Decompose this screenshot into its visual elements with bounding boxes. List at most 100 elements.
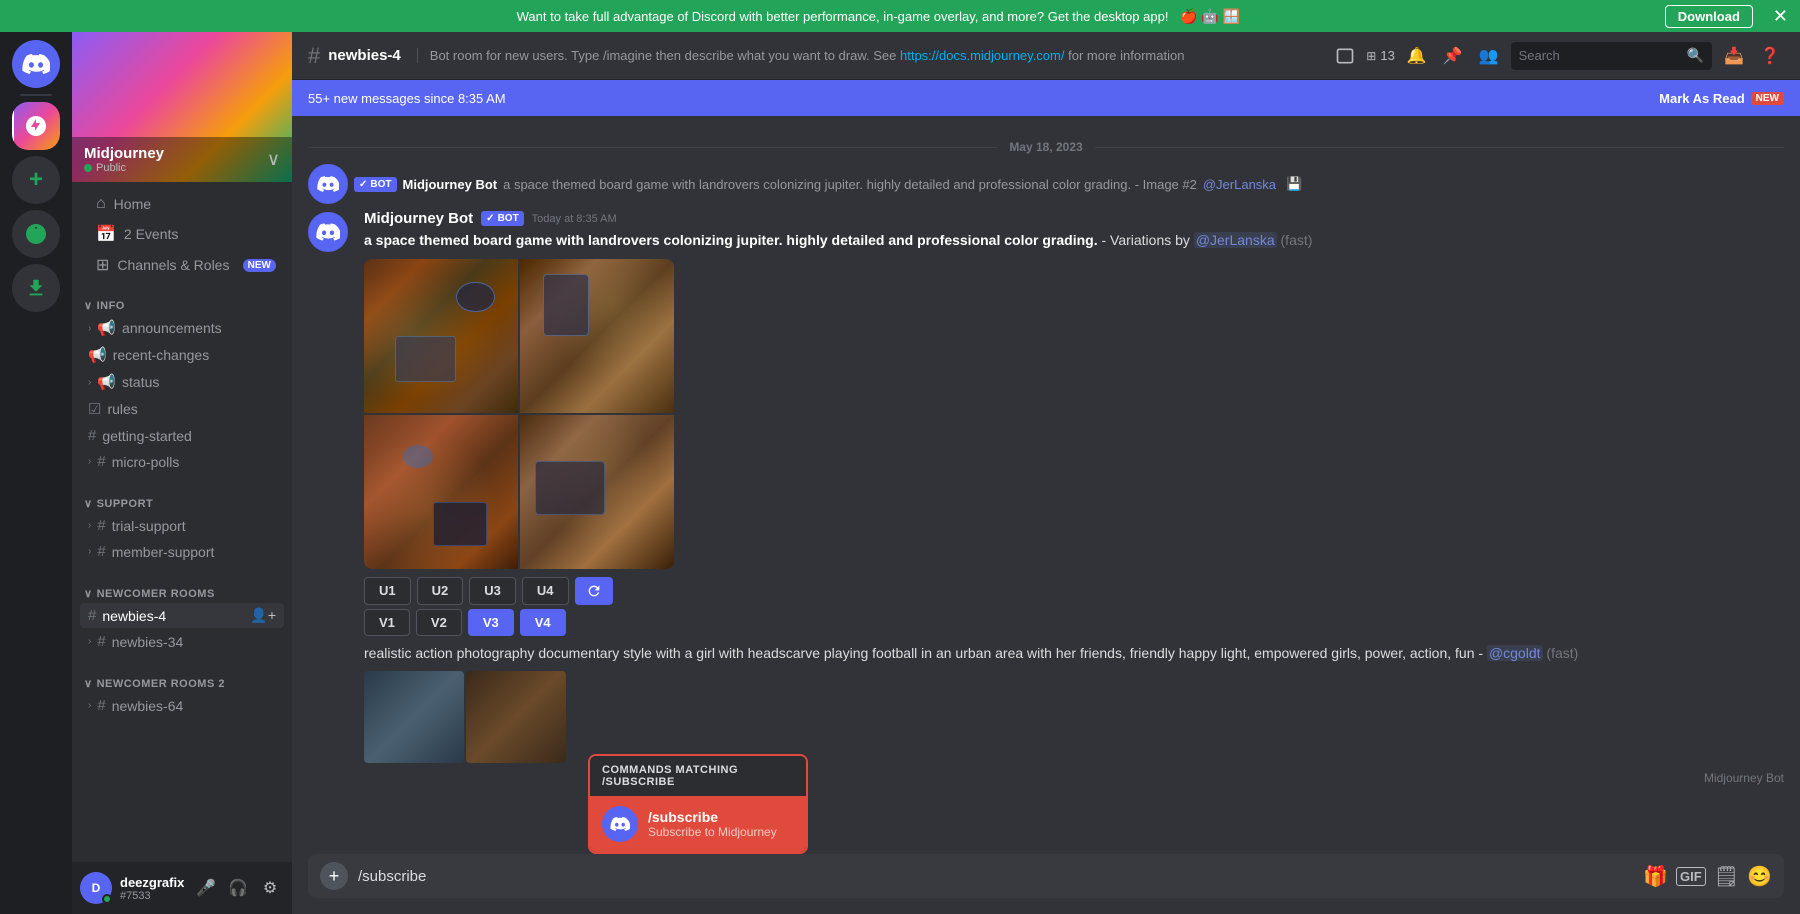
- v2-button[interactable]: V2: [416, 609, 462, 636]
- emoji-button[interactable]: 😊: [1747, 864, 1772, 889]
- gif-button[interactable]: GIF: [1676, 867, 1706, 886]
- midjourney-bot-avatar: [308, 212, 348, 252]
- channel-description: Bot room for new users. Type /imagine th…: [417, 48, 1185, 63]
- threads-button[interactable]: [1331, 42, 1359, 70]
- v1-button[interactable]: V1: [364, 609, 410, 636]
- channel-getting-started[interactable]: # getting-started: [80, 423, 284, 448]
- v4-button[interactable]: V4: [520, 609, 566, 636]
- newcomer-rooms-header[interactable]: ∨ NEWCOMER ROOMS: [80, 585, 284, 602]
- add-server-button[interactable]: +: [12, 156, 60, 204]
- image-cell-4[interactable]: [520, 415, 674, 569]
- verified-icon: ✓: [486, 213, 494, 224]
- midjourney-bot-label: Midjourney Bot: [292, 767, 1800, 789]
- settings-button[interactable]: ⚙: [256, 874, 284, 902]
- server-banner[interactable]: Midjourney Public ∨: [72, 32, 292, 182]
- u1-button[interactable]: U1: [364, 577, 411, 605]
- newcomer-rooms-2-header[interactable]: ∨ NEWCOMER ROOMS 2: [80, 675, 284, 692]
- search-input[interactable]: [1519, 48, 1679, 63]
- hash-icon-7: #: [97, 697, 105, 714]
- message-group-2: realistic action photography documentary…: [292, 640, 1800, 668]
- v3-button[interactable]: V3: [468, 609, 514, 636]
- search-bar[interactable]: 🔍: [1511, 42, 1712, 70]
- member-count[interactable]: ⊞ 13: [1367, 42, 1395, 70]
- mention-jerlanska: @JerLanska: [1194, 232, 1277, 248]
- bot-avatar-small: [308, 164, 348, 204]
- download-server-button[interactable]: [12, 264, 60, 312]
- image-cell-2[interactable]: [520, 259, 674, 413]
- system-message: ✓ BOT Midjourney Bot a space themed boar…: [292, 162, 1800, 206]
- expand-icon-6: ›: [88, 636, 91, 647]
- channel-trial-support[interactable]: › # trial-support: [80, 513, 284, 538]
- channel-rules[interactable]: ☑ rules: [80, 396, 284, 422]
- u2-button[interactable]: U2: [417, 577, 464, 605]
- message-content-2: realistic action photography documentary…: [364, 644, 1578, 664]
- channel-newbies-64[interactable]: › # newbies-64: [80, 693, 284, 718]
- gift-button[interactable]: 🎁: [1643, 864, 1668, 889]
- sidebar-item-channels-roles[interactable]: ⊞ Channels & Roles NEW: [80, 250, 284, 280]
- banner-close-button[interactable]: ✕: [1773, 6, 1788, 27]
- autocomplete-subscribe-item[interactable]: /subscribe Subscribe to Midjourney: [590, 796, 806, 852]
- hash-icon-2: #: [97, 453, 105, 470]
- u4-button[interactable]: U4: [522, 577, 569, 605]
- channel-recent-changes[interactable]: 📢 recent-changes: [80, 342, 284, 368]
- header-actions: ⊞ 13 🔔 📌 👥 🔍 📥 ❓: [1331, 42, 1784, 70]
- mark-as-read-button[interactable]: Mark As Read NEW: [1659, 91, 1784, 106]
- message-group-1: Midjourney Bot ✓ BOT Today at 8:35 AM a …: [292, 206, 1800, 640]
- midjourney-docs-link[interactable]: https://docs.midjourney.com/: [900, 48, 1065, 63]
- user-info: deezgrafix #7533: [120, 875, 184, 902]
- info-section-header[interactable]: ∨ INFO: [80, 297, 284, 314]
- hash-icon: #: [88, 427, 96, 444]
- message-input[interactable]: [358, 868, 1633, 885]
- megaphone-icon-3: 📢: [97, 373, 116, 391]
- mute-button[interactable]: 🎤: [192, 874, 220, 902]
- autocomplete-item-text: /subscribe Subscribe to Midjourney: [648, 809, 777, 839]
- explore-servers-button[interactable]: [12, 210, 60, 258]
- sticker-button[interactable]: 🗒: [1714, 864, 1739, 889]
- sidebar-item-home[interactable]: ⌂ Home: [80, 190, 284, 218]
- command-autocomplete: COMMANDS MATCHING /subscribe /subscribe …: [588, 754, 808, 854]
- support-section: ∨ SUPPORT › # trial-support › # member-s…: [72, 479, 292, 569]
- channel-member-support[interactable]: › # member-support: [80, 539, 284, 564]
- support-section-header[interactable]: ∨ SUPPORT: [80, 495, 284, 512]
- channel-newbies-4[interactable]: # newbies-4 👤+: [80, 603, 284, 628]
- home-icon: ⌂: [96, 195, 106, 213]
- preview-image[interactable]: [364, 671, 464, 763]
- inbox-button[interactable]: 📥: [1720, 42, 1748, 70]
- new-messages-banner[interactable]: 55+ new messages since 8:35 AM Mark As R…: [292, 80, 1800, 116]
- sidebar-item-events[interactable]: 📅 2 Events: [80, 219, 284, 249]
- channel-newbies-34[interactable]: › # newbies-34: [80, 629, 284, 654]
- member-list-button[interactable]: 👥: [1475, 42, 1503, 70]
- mention-cgoldt: @cgoldt: [1487, 645, 1543, 661]
- preview-image-2[interactable]: [466, 671, 566, 763]
- attach-file-button[interactable]: +: [320, 862, 348, 890]
- notification-button[interactable]: 🔔: [1403, 42, 1431, 70]
- image-cell-1[interactable]: [364, 259, 518, 413]
- discord-home-button[interactable]: [12, 40, 60, 88]
- sidebar-navigation: ⌂ Home 📅 2 Events ⊞ Channels & Roles NEW…: [72, 182, 292, 862]
- image-cell-3[interactable]: [364, 415, 518, 569]
- bot-tag: ✓ BOT: [354, 177, 397, 192]
- refresh-button[interactable]: [575, 577, 613, 605]
- main-content: # newbies-4 Bot room for new users. Type…: [292, 32, 1800, 914]
- save-icon[interactable]: 💾: [1286, 176, 1302, 192]
- channel-status[interactable]: › 📢 status: [80, 369, 284, 395]
- download-banner: Want to take full advantage of Discord w…: [0, 0, 1800, 32]
- pin-button[interactable]: 📌: [1439, 42, 1467, 70]
- user-avatar[interactable]: D: [80, 872, 112, 904]
- download-button[interactable]: Download: [1665, 5, 1753, 28]
- newcomer-rooms-section: ∨ NEWCOMER ROOMS # newbies-4 👤+ › # newb…: [72, 569, 292, 659]
- server-name: Midjourney: [84, 145, 164, 162]
- u3-button[interactable]: U3: [469, 577, 516, 605]
- channel-micro-polls[interactable]: › # micro-polls: [80, 449, 284, 474]
- channel-announcements[interactable]: › 📢 announcements: [80, 315, 284, 341]
- input-container: COMMANDS MATCHING /subscribe /subscribe …: [292, 854, 1800, 914]
- message-header-1: Midjourney Bot ✓ BOT Today at 8:35 AM: [364, 210, 1784, 227]
- help-button[interactable]: ❓: [1756, 42, 1784, 70]
- expand-icon-4: ›: [88, 520, 91, 531]
- active-indicator: [12, 106, 14, 146]
- midjourney-server-icon[interactable]: [12, 102, 60, 150]
- action-buttons-row1: U1 U2 U3 U4: [364, 577, 1784, 605]
- deafen-button[interactable]: 🎧: [224, 874, 252, 902]
- hash-icon-5: #: [88, 607, 96, 624]
- newcomer-rooms-2-section: ∨ NEWCOMER ROOMS 2 › # newbies-64: [72, 659, 292, 723]
